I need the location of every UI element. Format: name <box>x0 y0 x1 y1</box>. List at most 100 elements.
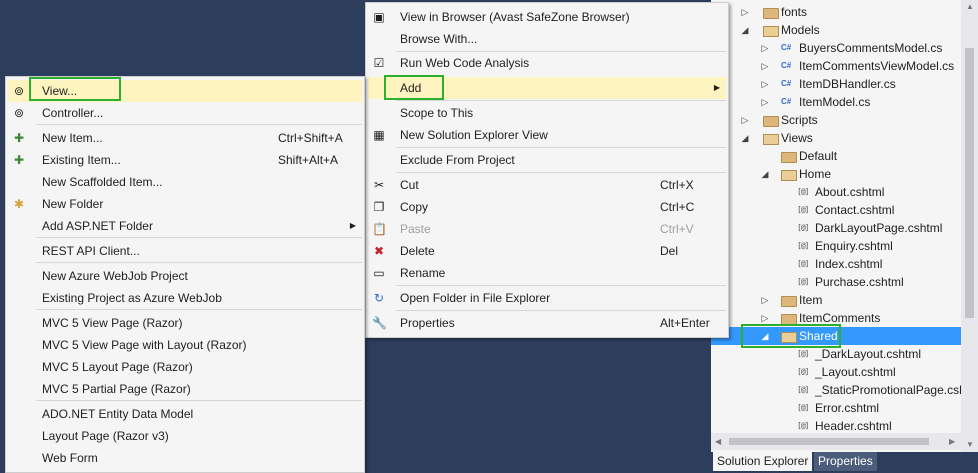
add-menu-item-add-asp-net-folder[interactable]: Add ASP.NET Folder ▶ <box>8 215 362 237</box>
tree-item-default[interactable]: Default <box>711 147 978 165</box>
tree-item-item[interactable]: ▷ Item <box>711 291 978 309</box>
folder-open-icon <box>763 134 779 145</box>
context-menu-item-properties[interactable]: 🔧 Properties Alt+Enter <box>368 312 726 334</box>
scroll-right-icon[interactable]: ▶ <box>949 437 955 446</box>
collapse-arrow-icon[interactable]: ◢ <box>740 21 750 39</box>
context-menu-item-paste[interactable]: 📋 Paste Ctrl+V <box>368 218 726 240</box>
menu-item-label: New Azure WebJob Project <box>42 269 188 283</box>
add-menu-item-mvc-5-view-page-with-layout-razor[interactable]: MVC 5 View Page with Layout (Razor) <box>8 334 362 356</box>
scroll-left-icon[interactable]: ◀ <box>715 437 721 446</box>
menu-item-label: Layout Page (Razor v3) <box>42 429 169 443</box>
cshtml-icon: [@] <box>797 349 809 358</box>
add-menu-item-mvc-5-layout-page-razor[interactable]: MVC 5 Layout Page (Razor) <box>8 356 362 378</box>
tree-item-label: ItemModel.cs <box>799 95 871 109</box>
expand-arrow-icon[interactable]: ▷ <box>760 39 770 57</box>
tree-item-label: Enquiry.cshtml <box>815 239 893 253</box>
cut-icon: ✂ <box>373 178 385 192</box>
tree-item-label: About.cshtml <box>815 185 885 199</box>
collapse-arrow-icon[interactable]: ◢ <box>740 129 750 147</box>
menu-separator <box>396 147 726 148</box>
tree-item-itemcommentsviewmodel-cs[interactable]: ▷ C# ItemCommentsViewModel.cs <box>711 57 978 75</box>
tree-item-fonts[interactable]: ▷ fonts <box>711 3 978 21</box>
menu-item-label: New Item... <box>42 131 103 145</box>
menu-item-label: Properties <box>400 316 455 330</box>
add-menu-item-new-folder[interactable]: ✱ New Folder <box>8 193 362 215</box>
context-menu-item-new-solution-explorer-view[interactable]: ▦ New Solution Explorer View <box>368 124 726 146</box>
scroll-down-icon[interactable]: ▼ <box>966 440 974 449</box>
tree-item-home[interactable]: ◢ Home <box>711 165 978 183</box>
menu-item-label: View in Browser (Avast SafeZone Browser) <box>400 10 630 24</box>
menu-separator <box>36 309 362 310</box>
tree-vertical-scroll-thumb[interactable] <box>965 48 974 318</box>
tree-item-itemdbhandler-cs[interactable]: ▷ C# ItemDBHandler.cs <box>711 75 978 93</box>
tree-horizontal-scroll-thumb[interactable] <box>729 438 929 445</box>
add-menu-item-rest-api-client[interactable]: REST API Client... <box>8 240 362 262</box>
menu-item-label: Paste <box>400 222 431 236</box>
add-menu-item-web-form[interactable]: Web Form <box>8 447 362 469</box>
expand-arrow-icon[interactable]: ▷ <box>740 111 750 129</box>
add-menu-item-ado-net-entity-data-model[interactable]: ADO.NET Entity Data Model <box>8 403 362 425</box>
context-menu-item-open-folder-in-file-explorer[interactable]: ↻ Open Folder in File Explorer <box>368 287 726 309</box>
add-menu-item-layout-page-razor-v3[interactable]: Layout Page (Razor v3) <box>8 425 362 447</box>
context-menu-item-exclude-from-project[interactable]: Exclude From Project <box>368 149 726 171</box>
tree-item-index-cshtml[interactable]: [@] Index.cshtml <box>711 255 978 273</box>
context-menu-item-delete[interactable]: ✖ Delete Del <box>368 240 726 262</box>
annotation-box-add <box>384 75 444 100</box>
tree-item-buyerscommentsmodel-cs[interactable]: ▷ C# BuyersCommentsModel.cs <box>711 39 978 57</box>
tree-item-purchase-cshtml[interactable]: [@] Purchase.cshtml <box>711 273 978 291</box>
add-menu-item-new-item[interactable]: ✚ New Item... Ctrl+Shift+A <box>8 127 362 149</box>
tree-item-itemmodel-cs[interactable]: ▷ C# ItemModel.cs <box>711 93 978 111</box>
delete-icon: ✖ <box>373 244 385 258</box>
controller-icon: ⊚ <box>13 106 25 120</box>
add-menu-item-mvc-5-partial-page-razor[interactable]: MVC 5 Partial Page (Razor) <box>8 378 362 400</box>
context-menu-item-copy[interactable]: ❐ Copy Ctrl+C <box>368 196 726 218</box>
tree-item-scripts[interactable]: ▷ Scripts <box>711 111 978 129</box>
code-analysis-icon: ☑ <box>373 56 385 70</box>
menu-item-label: Open Folder in File Explorer <box>400 291 551 305</box>
add-menu-item-existing-item[interactable]: ✚ Existing Item... Shift+Alt+A <box>8 149 362 171</box>
context-menu-item-cut[interactable]: ✂ Cut Ctrl+X <box>368 174 726 196</box>
tree-item-layout-cshtml[interactable]: [@] _Layout.cshtml <box>711 363 978 381</box>
add-menu-item-new-azure-webjob-project[interactable]: New Azure WebJob Project <box>8 265 362 287</box>
tree-item-error-cshtml[interactable]: [@] Error.cshtml <box>711 399 978 417</box>
add-menu-item-mvc-5-view-page-razor[interactable]: MVC 5 View Page (Razor) <box>8 312 362 334</box>
context-menu-item-view-in-browser-avast-safezone-browser[interactable]: ▣ View in Browser (Avast SafeZone Browser… <box>368 6 726 28</box>
tree-item-enquiry-cshtml[interactable]: [@] Enquiry.cshtml <box>711 237 978 255</box>
context-menu-item-run-web-code-analysis[interactable]: ☑ Run Web Code Analysis <box>368 52 726 74</box>
tree-horizontal-scrollbar[interactable]: ◀ ▶ <box>711 433 961 450</box>
tree-item-darklayoutpage-cshtml[interactable]: [@] DarkLayoutPage.cshtml <box>711 219 978 237</box>
tree-item-views[interactable]: ◢ Views <box>711 129 978 147</box>
menu-separator <box>396 100 726 101</box>
browser-icon: ▣ <box>373 10 385 24</box>
context-menu-item-rename[interactable]: ▭ Rename <box>368 262 726 284</box>
tree-item-contact-cshtml[interactable]: [@] Contact.cshtml <box>711 201 978 219</box>
tree-item-label: _StaticPromotionalPage.cshtml <box>815 383 978 397</box>
expand-arrow-icon[interactable]: ▷ <box>760 291 770 309</box>
scroll-up-icon[interactable]: ▲ <box>966 2 974 11</box>
refresh-icon: ↻ <box>373 291 385 305</box>
expand-arrow-icon[interactable]: ▷ <box>760 57 770 75</box>
tree-item-label: DarkLayoutPage.cshtml <box>815 221 943 235</box>
existing-item-icon: ✚ <box>13 153 25 167</box>
context-menu-item-scope-to-this[interactable]: Scope to This <box>368 102 726 124</box>
tree-item-staticpromotionalpage-cshtml[interactable]: [@] _StaticPromotionalPage.cshtml <box>711 381 978 399</box>
tree-item-about-cshtml[interactable]: [@] About.cshtml <box>711 183 978 201</box>
cshtml-icon: [@] <box>797 259 809 268</box>
add-menu-item-existing-project-as-azure-webjob[interactable]: Existing Project as Azure WebJob <box>8 287 362 309</box>
menu-separator <box>396 285 726 286</box>
tab-solution-explorer[interactable]: Solution Explorer <box>713 452 813 471</box>
new-folder-icon: ✱ <box>13 197 25 211</box>
menu-item-label: Copy <box>400 200 429 214</box>
tab-properties[interactable]: Properties <box>814 452 877 471</box>
add-menu-item-new-scaffolded-item[interactable]: New Scaffolded Item... <box>8 171 362 193</box>
submenu-arrow-icon: ▶ <box>349 221 356 230</box>
expand-arrow-icon[interactable]: ▷ <box>760 75 770 93</box>
expand-arrow-icon[interactable]: ▷ <box>760 93 770 111</box>
tree-item-label: Home <box>799 167 832 181</box>
collapse-arrow-icon[interactable]: ◢ <box>760 165 770 183</box>
tree-item-models[interactable]: ◢ Models <box>711 21 978 39</box>
expand-arrow-icon[interactable]: ▷ <box>740 3 750 21</box>
tree-vertical-scrollbar[interactable]: ▲ ▼ <box>961 0 978 453</box>
context-menu-item-browse-with[interactable]: Browse With... <box>368 28 726 50</box>
add-menu-item-controller[interactable]: ⊚ Controller... <box>8 102 362 124</box>
